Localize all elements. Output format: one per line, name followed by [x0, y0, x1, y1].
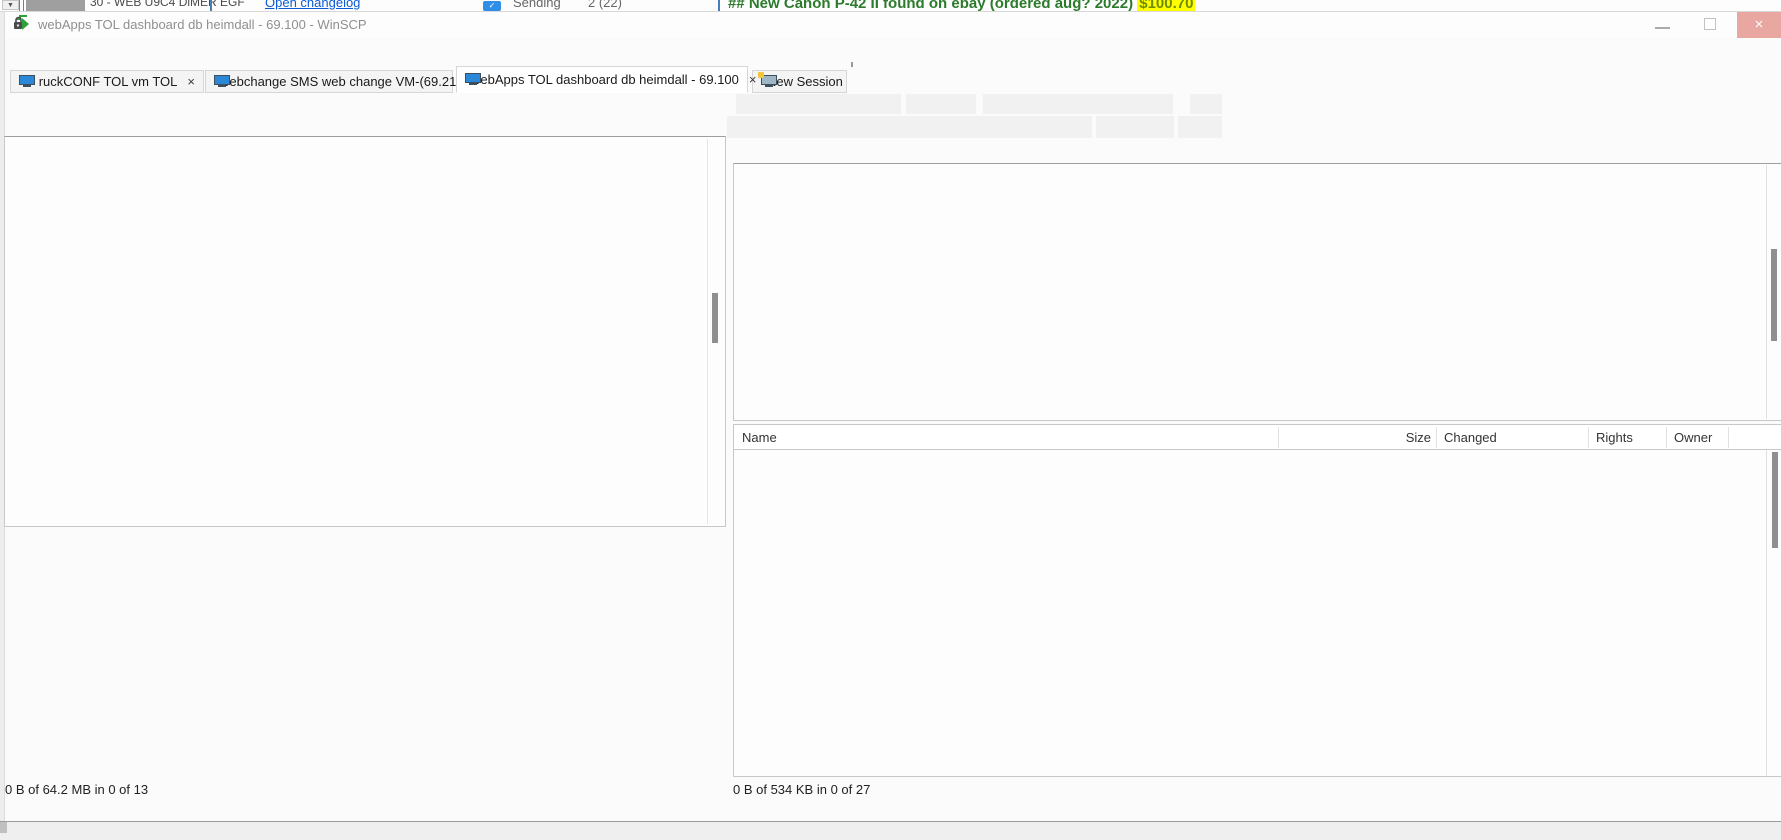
session-monitor-icon	[19, 75, 33, 88]
column-separator	[718, 0, 720, 12]
scrollbar-thumb[interactable]	[1771, 249, 1777, 341]
tab-label: webApps TOL dashboard db heimdall - 69.1…	[471, 72, 739, 87]
minimize-icon	[1655, 27, 1670, 29]
local-panel-scrollbar[interactable]	[707, 139, 719, 524]
new-session-tab[interactable]: New Session	[752, 70, 847, 93]
close-button[interactable]: ×	[1737, 12, 1781, 38]
titlebar[interactable]: webApps TOL dashboard db heimdall - 69.1…	[0, 12, 1781, 38]
column-divider[interactable]	[1666, 427, 1667, 448]
column-header-size[interactable]: Size	[1278, 430, 1431, 445]
tab-close-icon[interactable]: ×	[749, 72, 757, 87]
remote-status-summary: 0 B of 534 KB in 0 of 27	[733, 782, 870, 797]
window-edge-line	[19, 0, 20, 12]
scrollbar-thumb[interactable]	[712, 293, 718, 343]
minimize-button[interactable]	[1640, 12, 1688, 38]
column-divider[interactable]	[1588, 427, 1589, 448]
toolbar-ghost-block	[983, 94, 1173, 114]
column-header-changed[interactable]: Changed	[1444, 430, 1497, 445]
selected-item-fragment	[26, 0, 85, 11]
session-tab-ruckconf[interactable]: ruckCONF TOL vm TOL ×	[10, 70, 204, 93]
checkbox-icon[interactable]: ✓	[483, 1, 501, 11]
tab-label: ruckCONF TOL vm TOL	[39, 74, 178, 89]
column-header-rights[interactable]: Rights	[1596, 430, 1633, 445]
background-window-strip: ▼ 30 - WEB U9C4 DiMER EGF Open changelog…	[0, 0, 1781, 12]
remote-directory-panel[interactable]	[733, 163, 1781, 421]
local-file-panel[interactable]	[4, 136, 726, 527]
winscp-screen: ▼ 30 - WEB U9C4 DiMER EGF Open changelog…	[0, 0, 1781, 840]
toolbar-ghost-block	[1178, 116, 1222, 138]
remote-list-header: Name Size Changed Rights Owner	[733, 424, 1781, 450]
column-header-owner[interactable]: Owner	[1674, 430, 1712, 445]
maximize-icon	[1704, 18, 1716, 30]
ebay-note-text: ## New Canon P-42 II found on ebay (orde…	[728, 0, 1195, 12]
toolbar-ghost-block	[727, 116, 1092, 138]
window-edge-line	[23, 0, 24, 12]
toolbar-ghost-block	[1096, 116, 1174, 138]
clipped-label: Sending	[513, 0, 561, 10]
scrollbar-thumb[interactable]	[1772, 452, 1778, 548]
remote-list-scrollbar[interactable]	[1766, 450, 1778, 776]
toolbar-ghost-block	[906, 94, 976, 114]
open-changelog-link[interactable]: Open changelog	[265, 0, 360, 10]
toolbar-ghost-block	[736, 94, 901, 114]
toolbar-ghost-block	[1190, 94, 1222, 114]
column-separator	[210, 0, 212, 12]
tab-label: webchange SMS web change VM-(69.215)	[220, 74, 468, 89]
maximize-button[interactable]	[1692, 12, 1738, 38]
column-divider[interactable]	[1436, 427, 1437, 448]
window-title: webApps TOL dashboard db heimdall - 69.1…	[38, 17, 367, 32]
tab-label: New Session	[767, 74, 843, 89]
column-header-name[interactable]: Name	[742, 430, 777, 445]
ebay-price-highlight: $100.70	[1137, 0, 1195, 12]
session-tab-webapps-active[interactable]: webApps TOL dashboard db heimdall - 69.1…	[456, 66, 748, 93]
remote-panel-scrollbar[interactable]	[1766, 165, 1778, 419]
session-tab-webchange[interactable]: webchange SMS web change VM-(69.215) ×	[205, 70, 453, 93]
scrollbar-corner	[0, 822, 7, 833]
tab-close-icon[interactable]: ×	[187, 74, 195, 89]
scroll-down-button[interactable]: ▼	[2, 0, 19, 10]
tab-separator-tick	[851, 62, 853, 67]
clipped-count: 2 (22)	[588, 0, 622, 10]
ebay-note-label: ## New Canon P-42 II found on ebay (orde…	[728, 0, 1137, 12]
local-status-summary: 0 B of 64.2 MB in 0 of 13	[5, 782, 148, 797]
bottom-margin-area	[0, 822, 1781, 840]
column-divider[interactable]	[1728, 427, 1729, 448]
clipped-text-fragment: 30 - WEB U9C4 DiMER EGF	[90, 0, 245, 9]
winscp-app-icon	[12, 14, 31, 33]
remote-file-list[interactable]	[733, 450, 1781, 777]
